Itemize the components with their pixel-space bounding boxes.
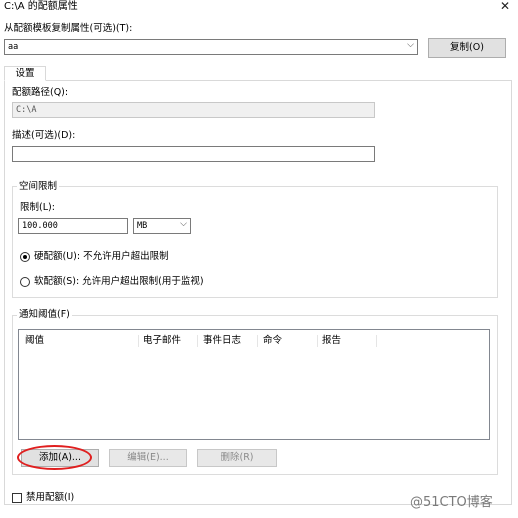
column-divider [317, 335, 318, 347]
space-limit-legend: 空间限制 [17, 180, 60, 193]
copy-button[interactable]: 复制(O) [428, 38, 506, 58]
unit-dropdown[interactable]: MB ⌵ [133, 218, 191, 234]
close-icon[interactable]: ✕ [500, 0, 510, 13]
template-label: 从配额模板复制属性(可选)(T): [4, 23, 133, 34]
column-divider [138, 335, 139, 347]
chevron-down-icon: ⌵ [180, 219, 187, 229]
template-dropdown[interactable]: aa ⌵ [4, 39, 418, 55]
column-divider [197, 335, 198, 347]
quota-path-label: 配额路径(Q): [12, 87, 69, 98]
limit-value: 100.000 [22, 221, 58, 231]
column-header-report[interactable]: 报告 [322, 335, 341, 347]
delete-button[interactable]: 删除(R) [197, 449, 277, 467]
quota-path-value: C:\A [16, 105, 37, 115]
description-field[interactable] [12, 146, 375, 162]
limit-label: 限制(L): [20, 202, 55, 213]
column-header-command[interactable]: 命令 [263, 335, 282, 347]
disable-quota-label: 禁用配额(I) [26, 492, 75, 503]
limit-input[interactable]: 100.000 [18, 218, 128, 234]
hard-quota-radio[interactable] [20, 252, 30, 262]
column-header-eventlog[interactable]: 事件日志 [203, 335, 241, 347]
column-header-threshold[interactable]: 阈值 [25, 335, 44, 347]
quota-path-field: C:\A [12, 102, 375, 118]
notification-legend: 通知阈值(F) [17, 308, 72, 321]
column-divider [257, 335, 258, 347]
soft-quota-label: 软配额(S): 允许用户超出限制(用于监视) [34, 276, 204, 287]
description-label: 描述(可选)(D): [12, 130, 76, 141]
window-title: C:\A 的配额属性 [4, 1, 78, 12]
soft-quota-radio[interactable] [20, 277, 30, 287]
hard-quota-label: 硬配额(U): 不允许用户超出限制 [34, 251, 169, 262]
column-divider [376, 335, 377, 347]
add-button[interactable]: 添加(A)... [21, 449, 99, 467]
chevron-down-icon: ⌵ [407, 40, 414, 50]
watermark: @51CTO博客 [410, 495, 493, 510]
tab-settings[interactable]: 设置 [4, 66, 46, 81]
column-header-email[interactable]: 电子邮件 [143, 335, 181, 347]
template-dropdown-value: aa [8, 42, 19, 52]
edit-button[interactable]: 编辑(E)... [109, 449, 187, 467]
unit-dropdown-value: MB [137, 221, 148, 231]
disable-quota-checkbox[interactable] [12, 493, 22, 503]
threshold-list[interactable]: 阈值 电子邮件 事件日志 命令 报告 [18, 329, 490, 440]
